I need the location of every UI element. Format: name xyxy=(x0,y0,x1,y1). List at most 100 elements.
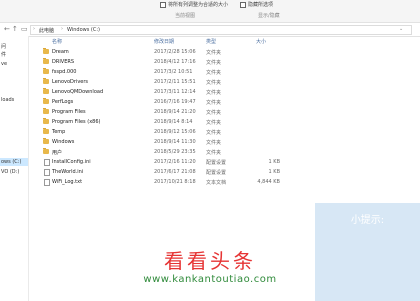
breadcrumb-this-pc[interactable]: 此电脑 xyxy=(39,27,54,34)
file-type: 文件夹 xyxy=(206,50,222,56)
folder-icon xyxy=(43,48,49,54)
sidebar-item-label: 问 xyxy=(1,44,7,50)
file-date: 2017/2/28 15:06 xyxy=(154,49,196,55)
file-row[interactable]: 用户 2018/5/29 23:35 文件夹 xyxy=(40,148,280,156)
file-size: 1 KB xyxy=(268,159,280,165)
file-date: 2018/9/14 21:20 xyxy=(154,109,196,115)
address-field[interactable]: › 此电脑 › Windows (C:) ⌄ xyxy=(30,25,412,35)
file-row[interactable]: InstallConfig.ini 2017/2/16 11:20 配置设置 1… xyxy=(40,158,280,166)
file-type: 文件夹 xyxy=(206,80,222,86)
folder-icon xyxy=(43,138,49,144)
file-type: 文本文档 xyxy=(206,180,227,186)
file-type: 文件夹 xyxy=(206,100,222,106)
file-row[interactable]: DRIVERS 2018/4/12 17:16 文件夹 xyxy=(40,58,280,66)
column-header-date[interactable]: 修改日期 xyxy=(154,38,174,45)
column-header-name[interactable]: 名称 xyxy=(52,38,62,45)
file-name: Windows xyxy=(52,139,75,145)
file-size: 1 KB xyxy=(268,169,280,175)
file-row[interactable]: fsspd.000 2017/3/2 10:51 文件夹 xyxy=(40,68,280,76)
sidebar-item-windows-c[interactable]: ows (C:) xyxy=(0,158,28,166)
file-name: fsspd.000 xyxy=(52,69,77,75)
column-header-size[interactable]: 大小 xyxy=(256,38,266,45)
file-date: 2018/4/12 17:16 xyxy=(154,59,196,65)
hide-selected-checkbox[interactable] xyxy=(240,2,246,8)
file-date: 2018/9/14 11:30 xyxy=(154,139,196,145)
file-type: 文件夹 xyxy=(206,140,222,146)
file-date: 2017/10/21 8:18 xyxy=(154,179,196,185)
file-date: 2017/6/17 21:08 xyxy=(154,169,196,175)
sidebar-item-label: ows (C:) xyxy=(1,159,22,165)
resize-columns-option[interactable]: 将所有列调整为合适的大小 xyxy=(168,1,228,8)
file-row[interactable]: LenovoDrivers 2017/2/11 15:51 文件夹 xyxy=(40,78,280,86)
up-arrow-icon[interactable]: ↑ xyxy=(12,25,18,33)
sidebar-item-label: loads xyxy=(1,97,15,103)
file-name: Program Files xyxy=(52,109,86,115)
file-row[interactable]: Program Files (x86) 2018/9/14 8:14 文件夹 xyxy=(40,118,280,126)
file-name: InstallConfig.ini xyxy=(52,159,91,165)
folder-icon xyxy=(43,148,49,154)
sidebar-item-label: ve xyxy=(1,61,8,67)
folder-icon xyxy=(43,78,49,84)
hide-selected-option[interactable]: 隐藏所选项 xyxy=(248,1,273,8)
file-type: 文件夹 xyxy=(206,90,222,96)
folder-icon xyxy=(43,98,49,104)
sidebar-item-drive[interactable]: ve xyxy=(0,60,28,68)
breadcrumb-drive-c[interactable]: Windows (C:) xyxy=(67,27,100,33)
file-row[interactable]: Temp 2018/9/12 15:06 文件夹 xyxy=(40,128,280,136)
sidebar-item-label: VO (D:) xyxy=(1,169,20,175)
watermark-url: www.kankantoutiao.com xyxy=(143,274,277,285)
sidebar-item-documents[interactable]: 件 xyxy=(0,50,28,58)
folder-icon xyxy=(43,68,49,74)
file-date: 2018/9/14 8:14 xyxy=(154,119,193,125)
file-row[interactable]: LenovoQMDownload 2017/3/11 12:14 文件夹 xyxy=(40,88,280,96)
file-type: 文件夹 xyxy=(206,130,222,136)
sidebar-item-lenovo-d[interactable]: VO (D:) xyxy=(0,168,28,176)
sidebar-item-quick-access[interactable]: 问 xyxy=(0,42,28,50)
back-arrow-icon[interactable]: ← xyxy=(4,25,10,33)
address-bar: ← ↑ ▭ › 此电脑 › Windows (C:) ⌄ xyxy=(0,22,420,37)
file-row[interactable]: PerfLogs 2016/7/16 19:47 文件夹 xyxy=(40,98,280,106)
ribbon-group-show-hide: 显示/隐藏 xyxy=(258,13,280,19)
text-file-icon xyxy=(44,179,50,186)
file-row[interactable]: WiFi_Log.txt 2017/10/21 8:18 文本文档 4,844 … xyxy=(40,178,280,186)
file-row[interactable]: TheWorld.ini 2017/6/17 21:08 配置设置 1 KB xyxy=(40,168,280,176)
folder-icon xyxy=(43,118,49,124)
chevron-down-icon[interactable]: ⌄ xyxy=(399,26,403,32)
folder-icon xyxy=(43,88,49,94)
sidebar-item-label: 件 xyxy=(1,52,7,58)
file-row[interactable]: Windows 2018/9/14 11:30 文件夹 xyxy=(40,138,280,146)
resize-columns-checkbox[interactable] xyxy=(160,2,166,8)
file-type: 文件夹 xyxy=(206,150,222,156)
file-name: LenovoDrivers xyxy=(52,79,89,85)
tip-title: 小提示: xyxy=(350,215,385,226)
file-type: 文件夹 xyxy=(206,60,222,66)
file-type: 文件夹 xyxy=(206,120,222,126)
file-name: PerfLogs xyxy=(52,99,74,105)
watermark-logo: 看看头条 xyxy=(164,249,256,273)
file-name: Dream xyxy=(52,49,69,55)
ribbon: 将所有列调整为合适的大小 隐藏所选项 当前视图 显示/隐藏 xyxy=(0,0,420,22)
file-date: 2017/2/11 15:51 xyxy=(154,79,196,85)
file-name: WiFi_Log.txt xyxy=(52,179,83,185)
file-row[interactable]: Dream 2017/2/28 15:06 文件夹 xyxy=(40,48,280,56)
column-header-type[interactable]: 类型 xyxy=(206,38,216,45)
breadcrumb-separator-icon: › xyxy=(61,26,63,32)
sidebar-item-downloads[interactable]: loads xyxy=(0,96,28,104)
file-name: Temp xyxy=(52,129,66,135)
file-date: 2018/9/12 15:06 xyxy=(154,129,196,135)
breadcrumb-separator-icon: › xyxy=(33,26,35,32)
file-row[interactable]: Program Files 2018/9/14 21:20 文件夹 xyxy=(40,108,280,116)
config-file-icon xyxy=(44,169,50,176)
folder-icon xyxy=(43,128,49,134)
file-date: 2017/3/2 10:51 xyxy=(154,69,193,75)
file-name: TheWorld.ini xyxy=(52,169,84,175)
config-file-icon xyxy=(44,159,50,166)
file-name: DRIVERS xyxy=(52,59,75,65)
ribbon-group-current-view: 当前视图 xyxy=(175,13,196,19)
file-name: Program Files (x86) xyxy=(52,119,101,125)
file-date: 2017/3/11 12:14 xyxy=(154,89,196,95)
file-type: 文件夹 xyxy=(206,110,222,116)
file-date: 2017/2/16 11:20 xyxy=(154,159,196,165)
file-date: 2018/5/29 23:35 xyxy=(154,149,196,155)
folder-icon xyxy=(43,108,49,114)
